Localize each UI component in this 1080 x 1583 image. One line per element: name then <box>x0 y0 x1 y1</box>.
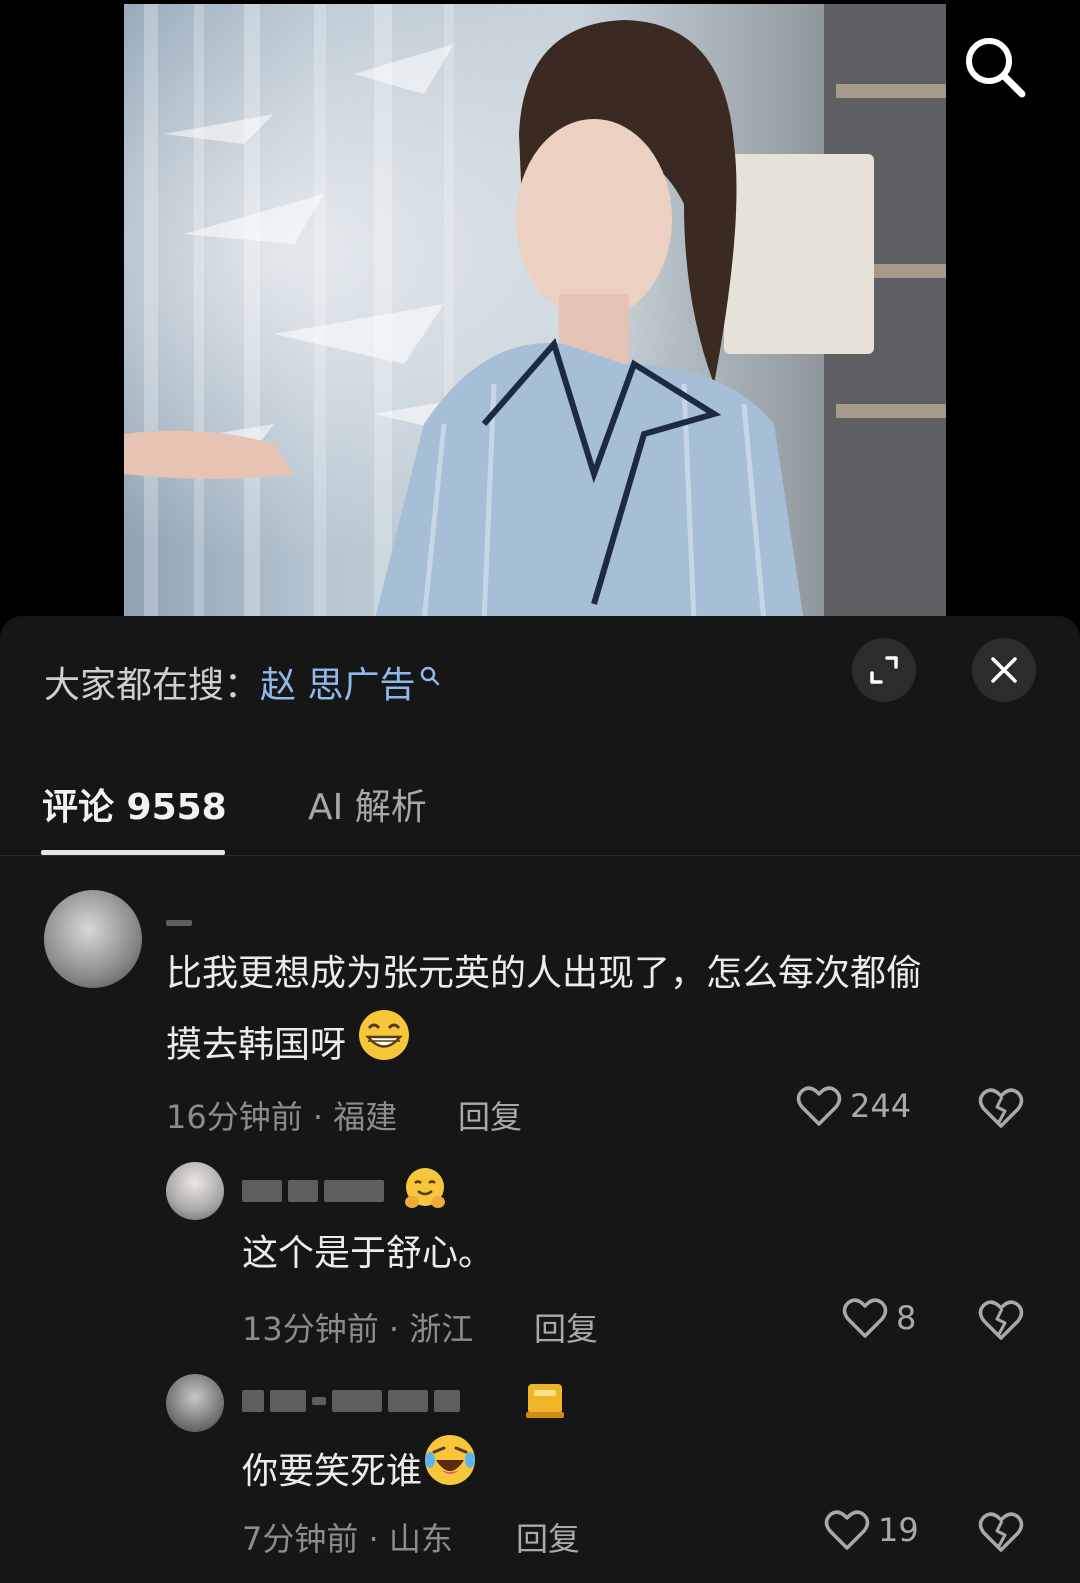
like-button[interactable]: 19 <box>824 1508 919 1552</box>
expand-button[interactable] <box>852 638 916 702</box>
active-tab-indicator <box>41 850 225 855</box>
username[interactable] <box>166 910 198 935</box>
comment-text-line-1: 比我更想成为张元英的人出现了，怎么每次都偷 <box>166 953 923 994</box>
search-icon[interactable] <box>958 30 1030 102</box>
comment-text: 比我更想成为张元英的人出现了，怎么每次都偷 摸去韩国呀 <box>166 940 1036 1085</box>
like-button[interactable]: 8 <box>842 1296 916 1340</box>
reply-text: 这个是于舒心。 <box>242 1233 495 1274</box>
close-button[interactable] <box>972 638 1036 702</box>
heart-icon <box>842 1298 888 1338</box>
dislike-button[interactable] <box>978 1298 1024 1346</box>
trending-prefix: 大家都在搜： <box>44 665 261 706</box>
like-count: 244 <box>850 1087 912 1125</box>
broken-heart-icon <box>978 1088 1024 1128</box>
rofl-face-icon <box>422 1432 478 1511</box>
close-icon <box>991 657 1017 683</box>
heart-icon <box>824 1510 870 1550</box>
comment-sheet: 大家都在搜： 赵 思广告 评论 9558 AI 解析 比我更想成为张元英的人出现… <box>0 616 1080 1583</box>
dislike-button[interactable] <box>978 1510 1024 1558</box>
reply-text-content: 你要笑死谁 <box>242 1450 423 1492</box>
tab-ai-analysis[interactable]: AI 解析 <box>308 778 427 830</box>
reply-text: 你要笑死谁 <box>242 1432 478 1511</box>
dislike-button[interactable] <box>978 1086 1024 1134</box>
avatar[interactable] <box>166 1374 224 1432</box>
expand-icon <box>870 656 898 684</box>
username[interactable] <box>242 1178 390 1203</box>
username[interactable] <box>242 1388 466 1413</box>
video-frame[interactable] <box>124 4 946 622</box>
video-still-image <box>124 4 946 622</box>
like-button[interactable]: 244 <box>796 1084 911 1128</box>
avatar[interactable] <box>166 1162 224 1220</box>
hug-face-icon <box>402 1166 448 1216</box>
trending-search[interactable]: 大家都在搜： 赵 思广告 <box>44 656 441 708</box>
comment-time-location: 16分钟前 · 福建 <box>166 1098 398 1136</box>
trending-keyword[interactable]: 赵 思广告 <box>260 656 415 708</box>
grin-face-icon <box>357 1008 411 1085</box>
video-area[interactable] <box>0 0 1080 622</box>
reply-time-location: 13分钟前 · 浙江 <box>242 1310 474 1348</box>
like-count: 8 <box>896 1299 917 1337</box>
broken-heart-icon <box>978 1512 1024 1552</box>
avatar[interactable] <box>44 890 142 988</box>
reply-button[interactable]: 回复 <box>516 1514 580 1560</box>
like-count: 19 <box>878 1511 919 1549</box>
heart-icon <box>796 1086 842 1126</box>
broken-heart-icon <box>978 1300 1024 1340</box>
tab-bar: 评论 9558 AI 解析 <box>0 766 1080 856</box>
small-search-icon <box>419 655 441 696</box>
tab-comments[interactable]: 评论 9558 <box>42 778 227 830</box>
comment-text-line-2: 摸去韩国呀 <box>166 1024 347 1066</box>
reply-button[interactable]: 回复 <box>458 1092 522 1138</box>
reply-time-location: 7分钟前 · 山东 <box>242 1520 453 1558</box>
badge-icon <box>522 1378 568 1428</box>
reply-button[interactable]: 回复 <box>534 1304 598 1350</box>
